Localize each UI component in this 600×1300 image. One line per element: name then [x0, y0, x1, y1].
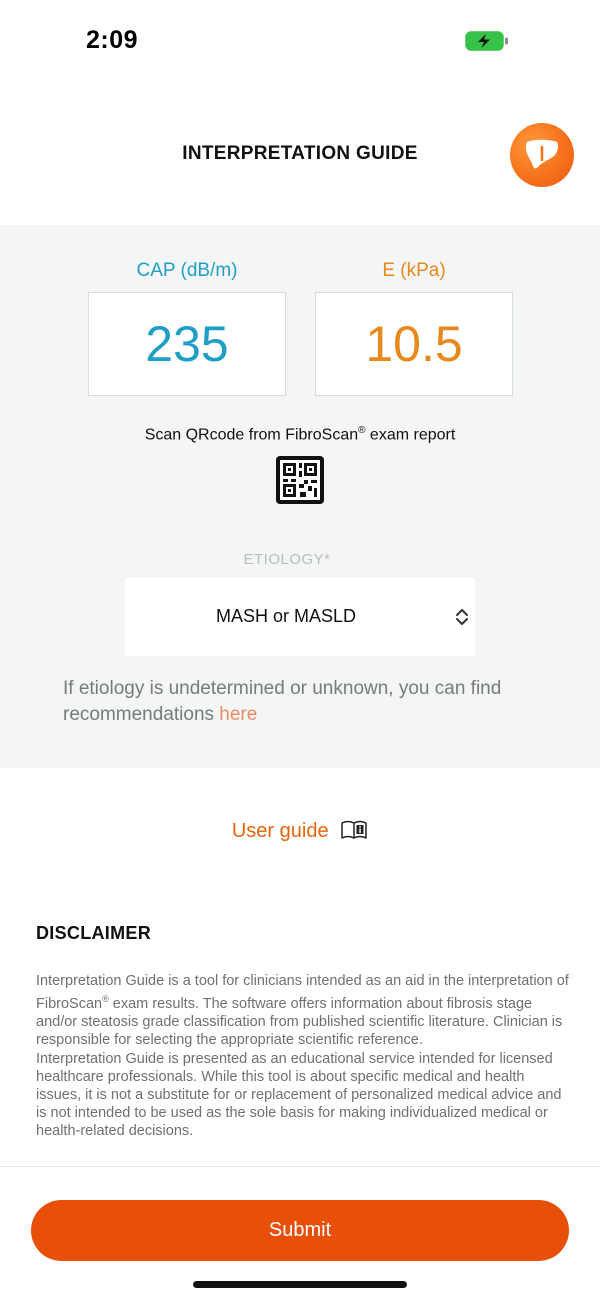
- user-guide-link[interactable]: User guide: [0, 820, 600, 843]
- book-info-icon: [341, 820, 367, 839]
- app-logo[interactable]: [510, 123, 574, 187]
- e-input[interactable]: 10.5: [315, 292, 513, 396]
- status-bar: 2:09: [0, 0, 600, 80]
- etiology-help-text: If etiology is undetermined or unknown, …: [63, 676, 553, 728]
- disclaimer-paragraph-2: Interpretation Guide is presented as an …: [36, 1050, 562, 1140]
- help-here-link[interactable]: here: [219, 704, 257, 725]
- liver-icon: [526, 139, 558, 169]
- disclaimer-title: DISCLAIMER: [36, 923, 151, 943]
- input-panel: CAP (dB/m) E (kPa) 235 10.5 Scan QRcode …: [0, 225, 600, 768]
- qr-scan-label-tail: exam report: [365, 426, 456, 444]
- disclaimer-body: Interpretation Guide is a tool for clini…: [36, 972, 571, 1141]
- header: INTERPRETATION GUIDE: [0, 80, 600, 225]
- disclaimer-p1-b: exam results. The software offers inform…: [36, 996, 563, 1049]
- home-indicator: [193, 1281, 407, 1288]
- cap-input[interactable]: 235: [88, 292, 286, 396]
- registered-mark: ®: [102, 994, 109, 1005]
- user-guide-label: User guide: [231, 820, 329, 842]
- qr-scan-label: Scan QRcode from FibroScan® exam report: [0, 425, 600, 444]
- submit-button[interactable]: Submit: [31, 1200, 569, 1261]
- help-text-body: If etiology is undetermined or unknown, …: [63, 678, 502, 725]
- cap-label: CAP (dB/m): [136, 260, 238, 281]
- qr-code-icon[interactable]: [275, 455, 325, 505]
- disclaimer-paragraph-1: Interpretation Guide is a tool for clini…: [36, 972, 571, 1050]
- etiology-selected-value: MASH or MASLD: [215, 606, 357, 626]
- qr-scan-label-main: Scan QRcode from FibroScan: [144, 426, 359, 444]
- chevron-updown-icon: [456, 609, 468, 625]
- status-time: 2:09: [86, 26, 139, 54]
- divider: [0, 1166, 600, 1167]
- e-label: E (kPa): [382, 260, 446, 281]
- etiology-label: ETIOLOGY*: [243, 551, 331, 568]
- etiology-select[interactable]: MASH or MASLD: [125, 578, 475, 656]
- battery-charging-icon: [465, 31, 508, 51]
